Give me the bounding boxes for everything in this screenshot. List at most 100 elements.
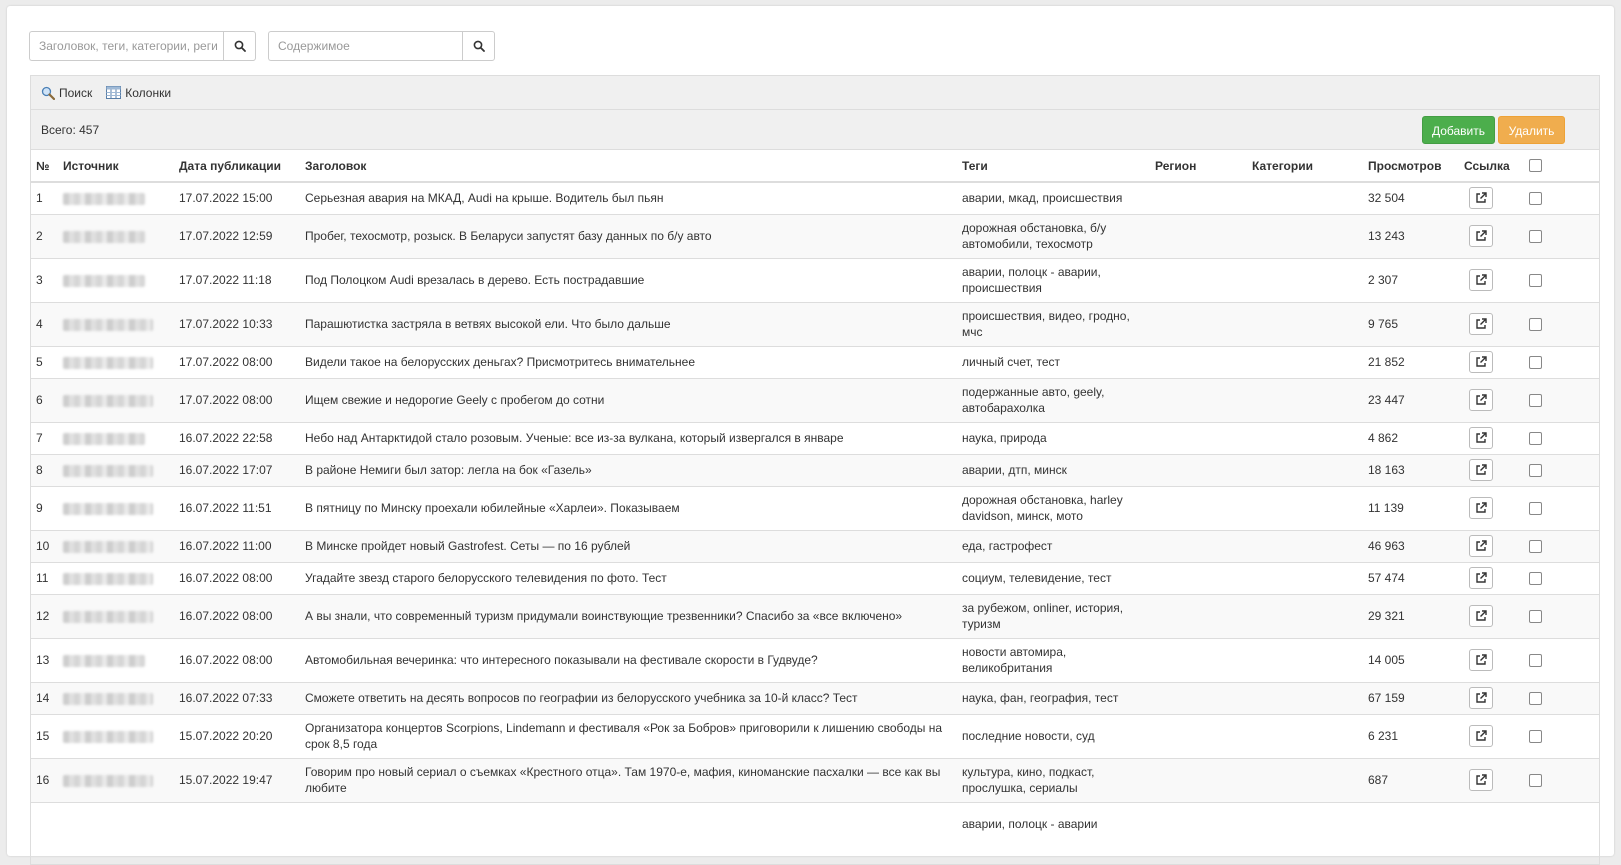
row-date: 17.07.2022 15:00 [174, 181, 300, 214]
toolbar-search-button[interactable]: Поиск [41, 86, 92, 100]
title-search-input[interactable]: Заголовок, теги, категории, реги [29, 31, 223, 61]
header-region[interactable]: Регион [1150, 150, 1247, 183]
open-link-button[interactable] [1469, 427, 1493, 449]
row-tags: аварии, полоцк - аварии, происшествия [957, 257, 1150, 302]
grid-summary: Всего: 457 Добавить Удалить [31, 110, 1599, 150]
row-checkbox[interactable] [1529, 431, 1542, 445]
open-link-button[interactable] [1469, 187, 1493, 210]
row-source [58, 485, 174, 530]
header-date[interactable]: Дата публикации [174, 150, 300, 183]
row-checkbox[interactable] [1529, 773, 1542, 787]
open-link-button[interactable] [1469, 649, 1493, 671]
row-checkbox[interactable] [1529, 273, 1542, 287]
row-tags: новости автомира, великобритания [957, 637, 1150, 682]
row-num: 7 [31, 421, 58, 454]
row-date: 16.07.2022 08:00 [174, 637, 300, 682]
open-link-button[interactable] [1469, 725, 1493, 747]
table-row[interactable]: аварии, полоцк - аварии [31, 801, 1599, 846]
row-checkbox[interactable] [1529, 501, 1542, 515]
open-link-button[interactable] [1469, 769, 1493, 791]
blurred-source [63, 774, 153, 787]
header-views[interactable]: Просмотров [1363, 150, 1459, 183]
select-all-checkbox[interactable] [1529, 159, 1542, 172]
row-num: 4 [31, 301, 58, 346]
row-views: 11 139 [1363, 485, 1459, 530]
row-checkbox[interactable] [1529, 539, 1542, 553]
table-row[interactable]: 6 17.07.2022 08:00 Ищем свежие и недорогие… [31, 377, 1599, 422]
header-num[interactable]: № [31, 150, 58, 183]
row-source [58, 345, 174, 378]
table-row[interactable]: 10 16.07.2022 11:00 В Минске пройдет новый… [31, 529, 1599, 562]
row-checkbox[interactable] [1529, 191, 1542, 205]
table-row[interactable]: 5 17.07.2022 08:00 Видели такое на белорус… [31, 345, 1599, 378]
open-link-button[interactable] [1469, 351, 1493, 373]
row-views: 21 852 [1363, 345, 1459, 378]
blurred-source [63, 318, 153, 331]
row-tags: дорожная обстановка, harley davidson, ми… [957, 485, 1150, 530]
open-link-button[interactable] [1469, 225, 1493, 247]
table-row[interactable]: 1 17.07.2022 15:00 Серьезная авария на МКА… [31, 181, 1599, 214]
table-row[interactable]: 14 16.07.2022 07:33 Сможете ответить на де… [31, 681, 1599, 714]
external-link-icon [1476, 432, 1487, 443]
open-link-button[interactable] [1469, 269, 1493, 291]
table-row[interactable]: 13 16.07.2022 08:00 Автомобильная вечеринк… [31, 637, 1599, 682]
row-checkbox[interactable] [1529, 653, 1542, 667]
open-link-button[interactable] [1469, 313, 1493, 335]
row-checkbox[interactable] [1529, 393, 1542, 407]
table-row[interactable]: 4 17.07.2022 10:33 Парашютистка застряла в… [31, 301, 1599, 346]
table-row[interactable]: 7 16.07.2022 22:58 Небо над Антарктидой ст… [31, 421, 1599, 454]
row-link-cell [1459, 637, 1517, 682]
blurred-source [63, 193, 145, 206]
row-link-cell [1459, 593, 1517, 638]
row-select-cell [1517, 345, 1599, 378]
row-title: В Минске пройдет новый Gastrofest. Сеты … [300, 529, 957, 562]
table-row[interactable]: 8 16.07.2022 17:07 В районе Немиги был зат… [31, 453, 1599, 486]
table-row[interactable]: 3 17.07.2022 11:18 Под Полоцком Audi вреза… [31, 257, 1599, 302]
title-search-group: Заголовок, теги, категории, реги [29, 31, 256, 61]
open-link-button[interactable] [1469, 605, 1493, 627]
open-link-button[interactable] [1469, 459, 1493, 481]
row-checkbox[interactable] [1529, 729, 1542, 743]
table-row[interactable]: 11 16.07.2022 08:00 Угадайте звезд старого… [31, 561, 1599, 594]
toolbar-search-label: Поиск [59, 85, 93, 100]
row-link-cell [1459, 561, 1517, 594]
row-categories [1247, 561, 1363, 594]
total-count: Всего: 457 [41, 122, 100, 137]
content-search-input[interactable]: Содержимое [268, 31, 462, 61]
row-checkbox[interactable] [1529, 571, 1542, 585]
row-num: 1 [31, 181, 58, 214]
row-title: Парашютистка застряла в ветвях высокой е… [300, 301, 957, 346]
header-source[interactable]: Источник [58, 150, 174, 183]
table-row[interactable]: 15 15.07.2022 20:20 Организатора концертов… [31, 713, 1599, 758]
title-search-button[interactable] [223, 31, 256, 61]
table-row[interactable]: 16 15.07.2022 19:47 Говорим про новый сери… [31, 757, 1599, 802]
row-checkbox[interactable] [1529, 229, 1542, 243]
content-search-button[interactable] [462, 31, 495, 61]
toolbar-columns-button[interactable]: Колонки [106, 86, 171, 100]
open-link-button[interactable] [1469, 535, 1493, 557]
row-views: 57 474 [1363, 561, 1459, 594]
row-checkbox[interactable] [1529, 609, 1542, 623]
header-title[interactable]: Заголовок [300, 150, 957, 183]
delete-button[interactable]: Удалить [1498, 116, 1565, 144]
header-categories[interactable]: Категории [1247, 150, 1363, 183]
row-title: Видели такое на белорусских деньгах? При… [300, 345, 957, 378]
add-button[interactable]: Добавить [1422, 116, 1495, 144]
open-link-button[interactable] [1469, 567, 1493, 589]
blurred-source [63, 432, 145, 445]
table-row[interactable]: 9 16.07.2022 11:51 В пятницу по Минску про… [31, 485, 1599, 530]
open-link-button[interactable] [1469, 497, 1493, 519]
open-link-button[interactable] [1469, 687, 1493, 709]
row-checkbox[interactable] [1529, 355, 1542, 369]
row-checkbox[interactable] [1529, 317, 1542, 331]
header-select-all[interactable] [1517, 150, 1599, 183]
table-row[interactable]: 12 16.07.2022 08:00 А вы знали, что соврем… [31, 593, 1599, 638]
open-link-button[interactable] [1469, 389, 1493, 411]
row-checkbox[interactable] [1529, 463, 1542, 477]
magnifier-icon [41, 86, 55, 100]
blurred-source [63, 502, 153, 515]
header-tags[interactable]: Теги [957, 150, 1150, 183]
table-row[interactable]: 2 17.07.2022 12:59 Пробег, техосмотр, розы… [31, 213, 1599, 258]
row-checkbox[interactable] [1529, 691, 1542, 705]
external-link-icon [1476, 192, 1487, 203]
